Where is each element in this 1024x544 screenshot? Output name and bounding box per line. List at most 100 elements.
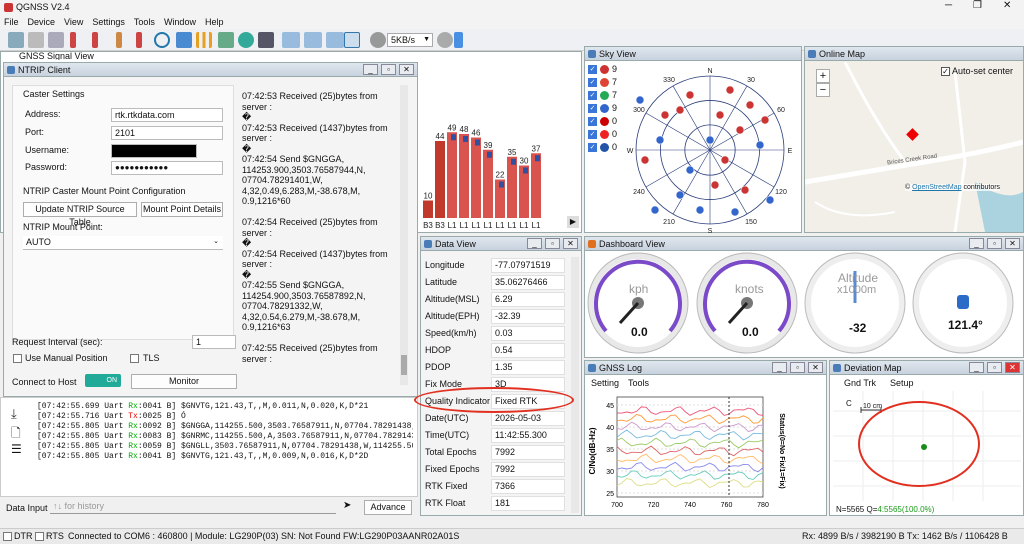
ntrip-log-line: 07:42:53 Received (1437)bytes from serve… [242,122,388,144]
gnss-log-close-button[interactable]: ✕ [808,362,823,373]
rts-checkbox[interactable] [35,532,44,541]
constellation-checkbox[interactable]: ✓ [588,65,597,74]
gnss-log-minimize-button[interactable]: _ [772,362,787,373]
deviation-restore-button[interactable]: ▫ [987,362,1002,373]
send-icon[interactable]: ➤ [343,500,351,511]
deviation-minimize-button[interactable]: _ [969,362,984,373]
gnd-trk-menu[interactable]: Gnd Trk [844,378,876,388]
window-icon[interactable] [344,32,360,48]
grid-icon[interactable] [218,32,234,48]
data-row-label: Altitude(MSL) [425,294,480,304]
thermometer4-icon[interactable] [136,32,142,48]
zoom-out-button[interactable]: − [816,83,830,97]
gnss-log-setting-menu[interactable]: Setting [591,378,619,388]
zoom-in-button[interactable]: + [816,69,830,83]
password-field[interactable]: ●●●●●●●●●●● [111,161,223,175]
constellation-checkbox[interactable]: ✓ [588,117,597,126]
maximize-icon[interactable]: ❐ [973,0,982,11]
cloud-icon[interactable] [282,32,300,48]
data-row-label: Longitude [425,260,465,270]
menu-file[interactable]: File [4,17,19,27]
baud-select[interactable]: 5KB/s ▼ [387,33,433,47]
advance-button[interactable]: Advance [364,500,412,515]
document-icon[interactable] [176,32,192,48]
menu-device[interactable]: Device [28,17,56,27]
ntrip-minimize-button[interactable]: _ [363,64,378,75]
cloud3-icon[interactable] [326,32,344,48]
dtr-checkbox[interactable] [3,532,12,541]
data-input-field[interactable]: ↑↓ for history [50,500,336,514]
menu-tools[interactable]: Tools [134,17,155,27]
list-icon[interactable]: ☰ [11,442,22,456]
data-view-scrollbar[interactable] [571,257,579,513]
constellation-row[interactable]: ✓ 0 [588,142,622,154]
data-view-close-button[interactable]: ✕ [563,238,578,249]
username-field[interactable] [111,144,197,158]
constellation-checkbox[interactable]: ✓ [588,91,597,100]
menu-settings[interactable]: Settings [92,17,125,27]
footer-prefix: N=5565 Q= [836,505,878,514]
constellation-row[interactable]: ✓ 7 [588,90,622,102]
connect-toggle[interactable]: ON [85,374,121,387]
update-source-table-button[interactable]: Update NTRIP Source Table [23,202,137,227]
close-icon[interactable]: ✕ [1003,0,1011,11]
dashboard-minimize-button[interactable]: _ [969,238,984,249]
map-canvas[interactable] [805,62,1023,232]
manual-position-checkbox[interactable] [13,354,22,363]
menu-window[interactable]: Window [164,17,196,27]
ntrip-restore-button[interactable]: ▫ [381,64,396,75]
gnss-log-restore-button[interactable]: ▫ [790,362,805,373]
auto-center-checkbox[interactable]: ✓ [941,67,950,76]
map-pin-icon[interactable] [258,32,274,48]
setup-menu[interactable]: Setup [890,378,914,388]
dashboard-close-button[interactable]: ✕ [1005,238,1020,249]
constellation-row[interactable]: ✓ 0 [588,116,622,128]
minimize-icon[interactable]: ─ [945,0,952,11]
progress-icon[interactable] [454,32,463,48]
deviation-close-button[interactable]: ✕ [1005,362,1020,373]
constellation-row[interactable]: ✓ 0 [588,129,622,141]
gnss-log-tools-menu[interactable]: Tools [628,378,649,388]
monitor-button[interactable]: Monitor [131,374,237,389]
globe-icon[interactable] [238,32,254,48]
interval-field[interactable]: 1 [192,335,236,349]
ntrip-close-button[interactable]: ✕ [399,64,414,75]
mount-point-select[interactable]: AUTO ⌄ [23,236,223,250]
constellation-row[interactable]: ✓ 7 [588,77,622,89]
constellation-row[interactable]: ✓ 9 [588,64,622,76]
constellation-row[interactable]: ✓ 9 [588,103,622,115]
disconnect-icon[interactable] [28,32,44,48]
constellation-checkbox[interactable]: ✓ [588,78,597,87]
menu-bar: File Device View Settings Tools Window Help [0,15,1024,29]
ntrip-log-scrollbar[interactable] [400,85,408,385]
download-icon[interactable]: ⤓ [11,406,17,422]
address-field[interactable]: rtk.rtkdata.com [111,108,223,122]
cloud2-icon[interactable] [304,32,322,48]
thermometer-icon[interactable] [70,32,76,48]
signal-bars-icon[interactable] [196,32,212,48]
constellation-checkbox[interactable]: ✓ [588,130,597,139]
scroll-right-icon[interactable]: ▶ [567,216,579,228]
constellation-checkbox[interactable]: ✓ [588,143,597,152]
dashboard-restore-button[interactable]: ▫ [987,238,1002,249]
play-icon[interactable] [437,32,453,48]
dtr-label: DTR [14,531,33,541]
port-field[interactable]: 2101 [111,126,223,140]
refresh-icon[interactable] [154,32,170,48]
thermometer3-icon[interactable] [116,32,122,48]
mount-point-details-button[interactable]: Mount Point Details [141,202,223,217]
data-view-minimize-button[interactable]: _ [527,238,542,249]
tls-checkbox[interactable] [130,354,139,363]
connect-icon[interactable] [8,32,24,48]
constellation-checkbox[interactable]: ✓ [588,104,597,113]
attribution-link[interactable]: OpenStreetMap [912,184,961,191]
menu-help[interactable]: Help [205,17,224,27]
sky-plot: 330 30 60 300 E W 240 120 210 150 N S [627,68,793,234]
settings-icon[interactable] [48,32,64,48]
data-view-restore-button[interactable]: ▫ [545,238,560,249]
stop-icon[interactable] [370,32,386,48]
constellation-flag-icon [600,91,609,100]
menu-view[interactable]: View [64,17,83,27]
thermometer2-icon[interactable] [92,32,98,48]
chart-frame [616,396,764,498]
